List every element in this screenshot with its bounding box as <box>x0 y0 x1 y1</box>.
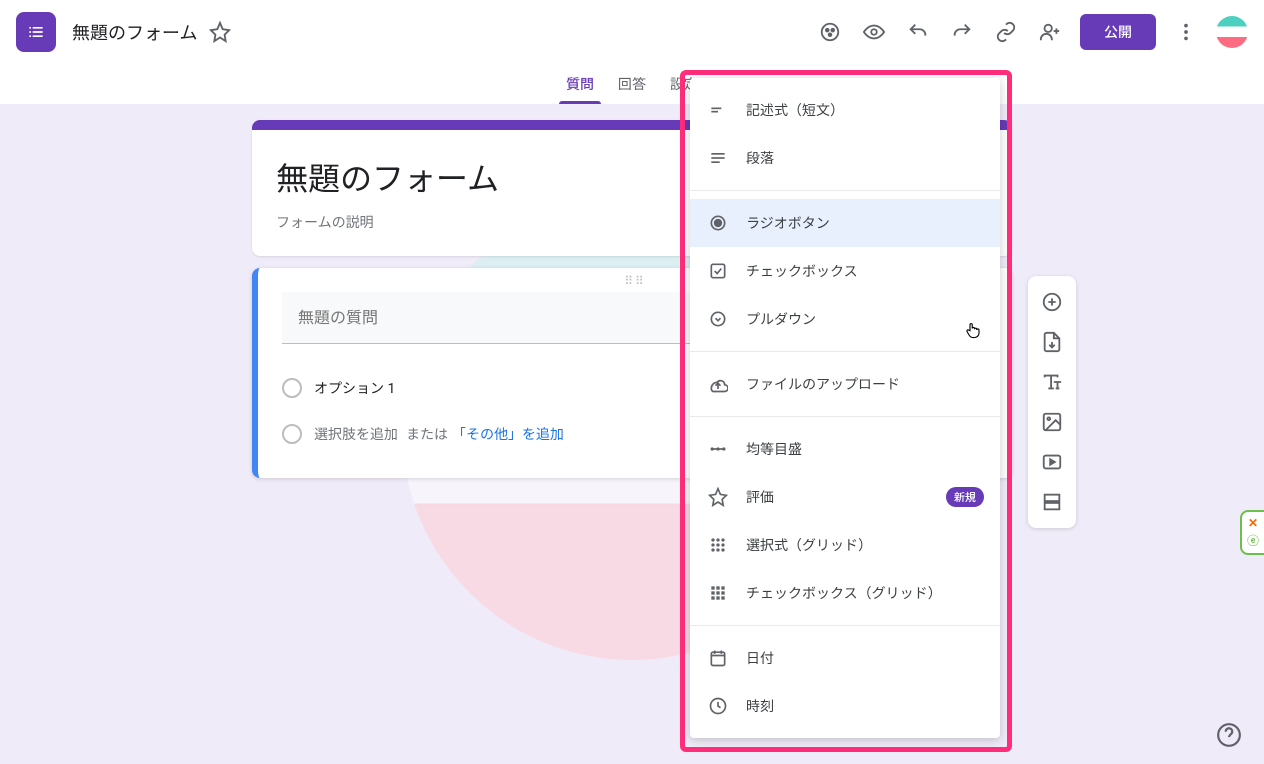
document-title[interactable]: 無題のフォーム <box>72 19 197 45</box>
import-questions-icon[interactable] <box>1034 324 1070 360</box>
linear-scale-icon <box>706 437 730 461</box>
radio-icon <box>282 378 302 398</box>
menu-item-date[interactable]: 日付 <box>690 634 1000 682</box>
short-text-icon <box>706 98 730 122</box>
link-icon[interactable] <box>984 10 1028 54</box>
grid-dots-icon <box>706 533 730 557</box>
add-other-button[interactable]: 「その他」を追加 <box>452 424 564 444</box>
theme-icon[interactable] <box>808 10 852 54</box>
menu-item-cb-grid[interactable]: チェックボックス（グリッド） <box>690 569 1000 617</box>
checkbox-icon <box>706 259 730 283</box>
paragraph-icon <box>706 146 730 170</box>
header-bar: 無題のフォーム 公開 <box>0 0 1264 64</box>
new-badge: 新規 <box>946 487 984 507</box>
add-image-toolbar-icon[interactable] <box>1034 404 1070 440</box>
undo-icon[interactable] <box>896 10 940 54</box>
drag-handle-icon[interactable]: ⠿⠿ <box>624 274 646 288</box>
radio-button-icon <box>706 211 730 235</box>
or-separator: または <box>406 424 448 444</box>
add-question-icon[interactable] <box>1034 284 1070 320</box>
forms-logo[interactable] <box>16 12 56 52</box>
radio-icon <box>282 424 302 444</box>
clock-icon <box>706 694 730 718</box>
edge-extension-badge[interactable]: ✕ ⓔ <box>1240 510 1264 555</box>
edge-e-icon: ⓔ <box>1247 532 1259 549</box>
menu-item-rating[interactable]: 評価 新規 <box>690 473 1000 521</box>
menu-item-paragraph[interactable]: 段落 <box>690 134 1000 182</box>
dropdown-icon <box>706 307 730 331</box>
add-title-icon[interactable] <box>1034 364 1070 400</box>
menu-item-checkboxes[interactable]: チェックボックス <box>690 247 1000 295</box>
tab-bar: 質問 回答 設定 <box>0 64 1264 104</box>
menu-item-file-upload[interactable]: ファイルのアップロード <box>690 360 1000 408</box>
add-video-icon[interactable] <box>1034 444 1070 480</box>
menu-item-time[interactable]: 時刻 <box>690 682 1000 730</box>
side-toolbar <box>1028 276 1076 528</box>
edge-x-icon: ✕ <box>1248 516 1258 530</box>
add-option-button[interactable]: 選択肢を追加 <box>314 424 398 444</box>
tab-responses[interactable]: 回答 <box>606 64 658 104</box>
upload-icon <box>706 372 730 396</box>
account-avatar[interactable] <box>1216 16 1248 48</box>
publish-button[interactable]: 公開 <box>1080 14 1156 50</box>
question-type-menu: 記述式（短文） 段落 ラジオボタン チェックボックス プルダウン ファイルのアッ… <box>690 78 1000 738</box>
grid-squares-icon <box>706 581 730 605</box>
redo-icon[interactable] <box>940 10 984 54</box>
menu-item-short-answer[interactable]: 記述式（短文） <box>690 86 1000 134</box>
star-outline-icon <box>706 485 730 509</box>
help-icon[interactable] <box>1216 722 1244 750</box>
preview-icon[interactable] <box>852 10 896 54</box>
add-collaborator-icon[interactable] <box>1028 10 1072 54</box>
menu-item-mc-grid[interactable]: 選択式（グリッド） <box>690 521 1000 569</box>
tab-questions[interactable]: 質問 <box>554 64 606 104</box>
menu-item-dropdown[interactable]: プルダウン <box>690 295 1000 343</box>
calendar-icon <box>706 646 730 670</box>
option-text[interactable]: オプション 1 <box>314 378 395 398</box>
star-icon[interactable] <box>209 21 231 43</box>
more-icon[interactable] <box>1164 10 1208 54</box>
add-section-icon[interactable] <box>1034 484 1070 520</box>
menu-item-multiple-choice[interactable]: ラジオボタン <box>690 199 1000 247</box>
menu-item-linear-scale[interactable]: 均等目盛 <box>690 425 1000 473</box>
